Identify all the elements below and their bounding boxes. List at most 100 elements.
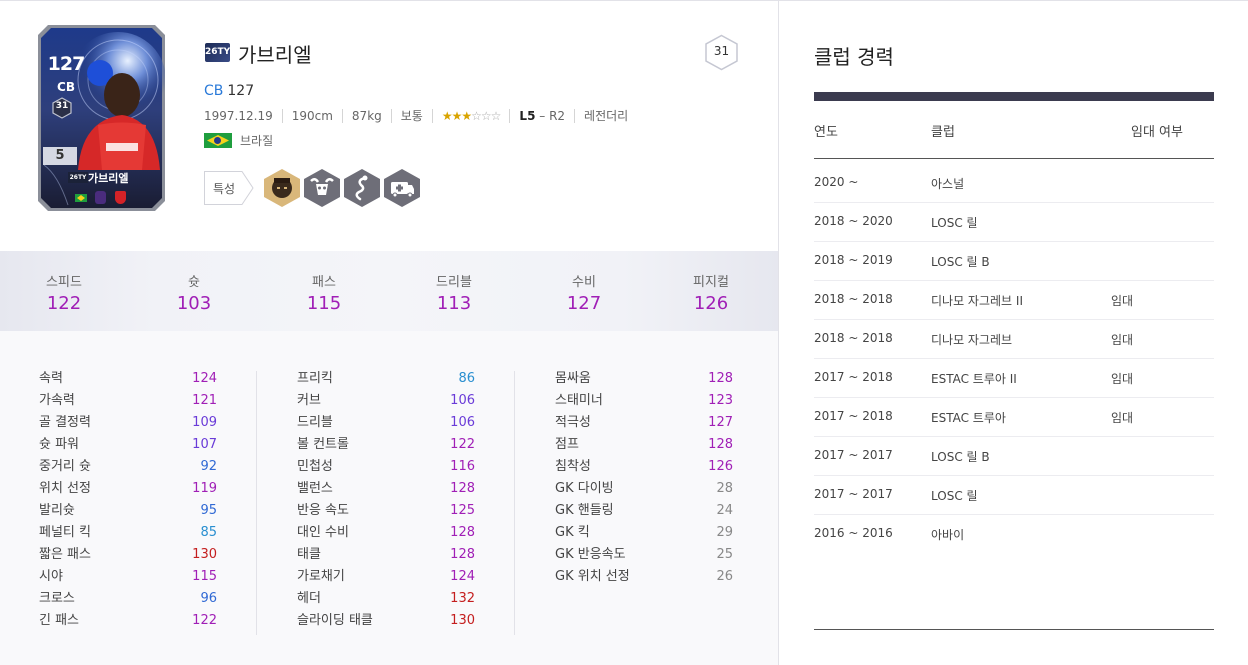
- stat-label: 침착성: [555, 459, 591, 474]
- table-bottom-border: [814, 629, 1214, 630]
- jersey-number-badge: 31: [704, 34, 739, 71]
- stat-label: 점프: [555, 437, 579, 452]
- club-year: 2018 ~ 2018: [814, 292, 893, 306]
- club-table-header: 연도 클럽 임대 여부: [814, 101, 1214, 159]
- stat-label: GK 반응속도: [555, 547, 626, 562]
- stat-label: 적극성: [555, 415, 591, 430]
- ambulance-icon[interactable]: [383, 168, 421, 208]
- stat-label: 크로스: [39, 591, 75, 606]
- club-club: ESTAC 트루아 II: [931, 372, 1017, 386]
- stat-row: 위치 선정 119: [39, 478, 217, 500]
- stat-row: 반응 속도 125: [297, 500, 475, 522]
- stat-row: 적극성 127: [555, 412, 733, 434]
- stat-value: 116: [450, 459, 475, 474]
- snake-icon[interactable]: [343, 168, 381, 208]
- stat-row: 중거리 슛 92: [39, 456, 217, 478]
- stat-value: 109: [192, 415, 217, 430]
- stat-label: 페널티 킥: [39, 525, 91, 540]
- stat-value: 128: [708, 371, 733, 386]
- stat-value: 128: [450, 481, 475, 496]
- stat-label: 커브: [297, 393, 321, 408]
- weight: 87kg: [341, 109, 391, 123]
- ram-skull-icon[interactable]: [303, 168, 341, 208]
- summary-value: 103: [176, 293, 212, 314]
- club-history-title: 클럽 경력: [814, 45, 894, 69]
- club-year: 2017 ~ 2017: [814, 487, 893, 501]
- player-name: 가브리엘: [238, 43, 312, 67]
- card-grade[interactable]: 5: [43, 147, 77, 165]
- stat-row: 점프 128: [555, 434, 733, 456]
- samurai-face-icon[interactable]: [263, 168, 301, 208]
- birth-date: 1997.12.19: [204, 109, 273, 123]
- stat-label: GK 위치 선정: [555, 569, 630, 584]
- stat-value: 126: [708, 459, 733, 474]
- club-row: 2018 ~ 2019 LOSC 릴 B: [814, 242, 1214, 281]
- stat-label: 위치 선정: [39, 481, 91, 496]
- trait-hexagon: [264, 169, 300, 207]
- stats-column-3: 몸싸움 128 스태미너 123 적극성 127 점프 128 침착성 126 GK 다이빙 28 GK…: [555, 368, 733, 588]
- stat-value: 122: [450, 437, 475, 452]
- stat-value: 128: [708, 437, 733, 452]
- club-row: 2017 ~ 2018 ESTAC 트루아 임대: [814, 398, 1214, 437]
- stat-value: 28: [716, 481, 733, 496]
- club-loan: 임대: [1111, 294, 1134, 308]
- stat-value: 127: [708, 415, 733, 430]
- stat-label: 시야: [39, 569, 63, 584]
- club-loan: 임대: [1111, 372, 1134, 386]
- stat-label: 스태미너: [555, 393, 603, 408]
- card-position: CB: [57, 80, 75, 94]
- club-club: 아스널: [931, 177, 965, 191]
- stat-row: 슬라이딩 태클 130: [297, 610, 475, 632]
- summary-stat: 슛 103: [149, 271, 239, 314]
- stat-label: 슬라이딩 태클: [297, 613, 373, 628]
- club-row: 2018 ~ 2018 디나모 자그레브 II 임대: [814, 281, 1214, 320]
- stat-value: 124: [450, 569, 475, 584]
- club-club: 디나모 자그레브 II: [931, 294, 1023, 308]
- stat-label: 헤더: [297, 591, 321, 606]
- summary-value: 113: [436, 293, 472, 314]
- stat-row: 드리블 106: [297, 412, 475, 434]
- stat-value: 24: [716, 503, 733, 518]
- column-divider: [256, 371, 257, 635]
- foot-separator: –: [535, 109, 550, 123]
- stat-value: 106: [450, 415, 475, 430]
- stat-row: 헤더 132: [297, 588, 475, 610]
- club-year: 2016 ~ 2016: [814, 526, 893, 540]
- card-season-icon: 26TY: [68, 172, 88, 183]
- summary-value: 122: [46, 293, 82, 314]
- club-club: 디나모 자그레브: [931, 333, 1013, 347]
- position-label: CB: [204, 83, 224, 99]
- year-header: 연도: [814, 125, 838, 140]
- stat-label: 볼 컨트롤: [297, 437, 349, 452]
- stat-row: 태클 128: [297, 544, 475, 566]
- player-card[interactable]: 127 CB 31 5 26TY 가브리엘: [38, 25, 165, 211]
- star-full-icons: ★★★: [441, 109, 472, 123]
- stat-label: 가로채기: [297, 569, 345, 584]
- player-tag: 레전더리: [574, 109, 637, 123]
- club-history-panel: 클럽 경력 연도 클럽 임대 여부 2020 ~ 아스널 2018 ~ 2020 LO…: [779, 0, 1248, 665]
- card-number-badge: 31: [51, 97, 73, 119]
- stat-row: 시야 115: [39, 566, 217, 588]
- stat-value: 123: [708, 393, 733, 408]
- stat-label: 발리슛: [39, 503, 75, 518]
- stat-value: 106: [450, 393, 475, 408]
- club-row: 2017 ~ 2017 LOSC 릴 B: [814, 437, 1214, 476]
- club-club: LOSC 릴 B: [931, 450, 990, 464]
- stat-row: 페널티 킥 85: [39, 522, 217, 544]
- stat-label: 가속력: [39, 393, 75, 408]
- body-type: 보통: [390, 109, 432, 123]
- stat-value: 92: [200, 459, 217, 474]
- summary-label: 수비: [572, 275, 596, 290]
- club-row: 2016 ~ 2016 아바이: [814, 515, 1214, 554]
- club-year: 2017 ~ 2018: [814, 370, 893, 384]
- stat-label: 반응 속도: [297, 503, 349, 518]
- card-flag-icon: [75, 194, 87, 202]
- stat-row: 몸싸움 128: [555, 368, 733, 390]
- trait-hexagon: [304, 169, 340, 207]
- stat-row: 볼 컨트롤 122: [297, 434, 475, 456]
- club-club: LOSC 릴: [931, 489, 978, 503]
- stat-value: 122: [192, 613, 217, 628]
- card-ovr: 127: [47, 53, 86, 75]
- stat-value: 130: [450, 613, 475, 628]
- club-club: ESTAC 트루아: [931, 411, 1006, 425]
